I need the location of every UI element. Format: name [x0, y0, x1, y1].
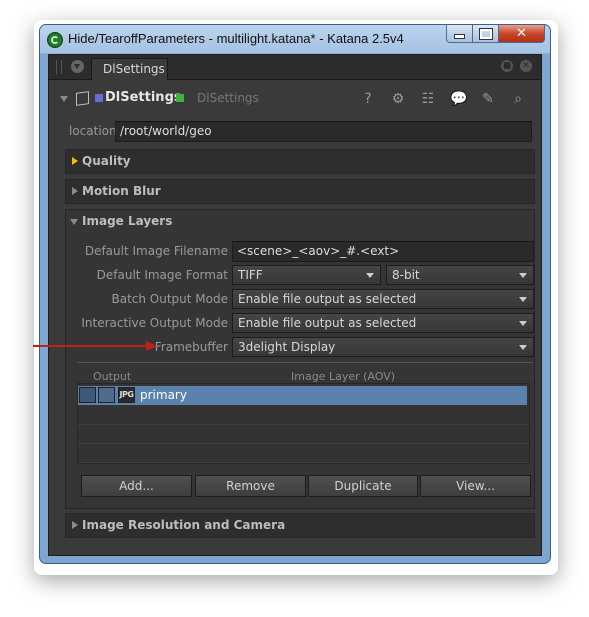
annotation-layer: [33, 341, 157, 351]
annotation-arrow-icon: [146, 341, 157, 351]
